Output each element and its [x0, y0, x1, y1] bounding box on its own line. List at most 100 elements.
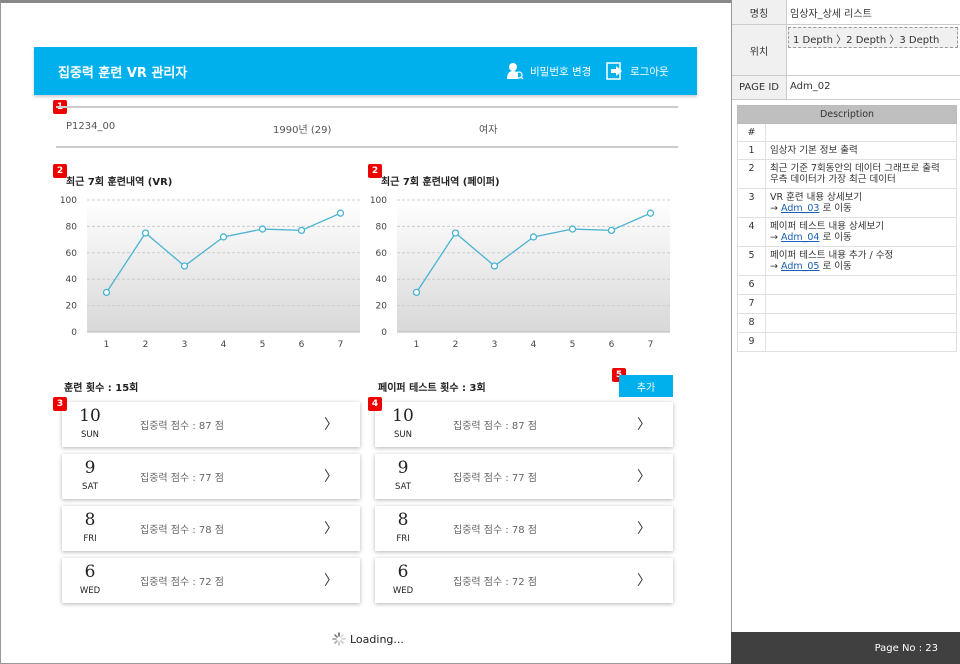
y-tick-label: 0	[381, 328, 387, 338]
record-day: 8	[397, 510, 409, 530]
record-day: 6	[84, 562, 96, 582]
record-day: 9	[397, 458, 409, 478]
x-tick-label: 6	[299, 340, 305, 350]
vr-count: 훈련 횟수 : 15회	[64, 383, 139, 394]
spec-pageid-row: PAGE ID Adm_02	[732, 76, 960, 100]
data-point	[180, 262, 189, 270]
chevron-right-icon: 〉	[324, 469, 338, 485]
row-text: 최근 기준 7회동안의 데이터 그래프로 출력	[770, 163, 940, 174]
patient-birth: 1990년 (29)	[273, 125, 332, 136]
x-tick-label: 2	[143, 340, 149, 350]
arrow-icon: →	[770, 203, 781, 214]
description-table: Description #1 임상자 기본 정보 출력 2 최근 기준 7회동안의 데…	[737, 105, 957, 352]
description-row: 1 임상자 기본 정보 출력	[737, 141, 957, 160]
row-number: 7	[737, 294, 766, 314]
spec-name-label: 명칭	[732, 0, 787, 24]
hash-header: #	[737, 123, 766, 142]
record-weekday: SUN	[81, 430, 99, 440]
add-paper-test-button[interactable]: 추가	[619, 375, 673, 397]
spec-name-row: 명칭 임상자_상세 리스트	[732, 0, 960, 25]
spec-pageid-value: Adm_02	[790, 81, 831, 92]
page-link[interactable]: Adm_05	[781, 261, 819, 272]
description-row: 3 VR 훈련 내용 상세보기 → Adm_03 로 이동	[737, 188, 957, 218]
record-score: 집중력 점수 : 77 점	[453, 473, 538, 484]
data-point	[336, 209, 345, 217]
record-weekday: WED	[79, 586, 101, 596]
loading-text: Loading...	[350, 632, 404, 646]
annotation-badge: 2	[368, 164, 382, 178]
x-tick-label: 1	[414, 340, 420, 350]
x-tick-label: 1	[104, 340, 110, 350]
row-text: 로 이동	[819, 261, 852, 272]
data-point	[258, 225, 267, 233]
x-tick-label: 4	[531, 340, 537, 350]
plot-area	[397, 200, 670, 332]
arrow-icon: →	[770, 261, 781, 272]
page-number: Page No : 23	[731, 632, 960, 664]
paper-count: 페이퍼 테스트 횟수 : 3회	[378, 383, 486, 394]
data-point	[607, 226, 616, 235]
logout-label: 로그아웃	[630, 65, 669, 78]
record-score: 집중력 점수 : 77 점	[140, 473, 225, 484]
vr-record-card[interactable]: 9 SAT 집중력 점수 : 77 점 〉	[62, 454, 360, 499]
y-tick-label: 60	[66, 249, 78, 259]
spec-name-value: 임상자_상세 리스트	[790, 9, 872, 20]
description-row: 8	[737, 313, 957, 333]
paper-record-card[interactable]: 10 SUN 집중력 점수 : 87 점 〉	[375, 402, 673, 447]
page-link[interactable]: Adm_04	[781, 232, 819, 243]
row-text: 페이퍼 테스트 내용 추가 / 수정	[770, 250, 894, 261]
data-point	[529, 233, 538, 241]
page-link[interactable]: Adm_03	[781, 203, 819, 214]
row-number: 6	[737, 275, 766, 295]
paper-chart-title: 최근 7회 훈련내역 (페이퍼)	[381, 177, 500, 188]
app-title: 집중력 훈련 VR 관리자	[58, 66, 188, 81]
row-text: 임상자 기본 정보 출력	[770, 145, 858, 156]
plot-area	[87, 200, 360, 332]
vr-record-card[interactable]: 10 SUN 집중력 점수 : 87 점 〉	[62, 402, 360, 447]
data-point	[141, 229, 150, 237]
y-tick-label: 0	[71, 328, 77, 338]
change-password-label: 비밀번호 변경	[530, 65, 592, 78]
paper-record-card[interactable]: 8 FRI 집중력 점수 : 78 점 〉	[375, 506, 673, 551]
description-row: 9	[737, 332, 957, 352]
description-row: 5 페이퍼 테스트 내용 추가 / 수정 → Adm_05 로 이동	[737, 246, 957, 276]
record-weekday: FRI	[396, 534, 410, 544]
row-text: VR 훈련 내용 상세보기	[770, 192, 863, 203]
paper-record-card[interactable]: 6 WED 집중력 점수 : 72 점 〉	[375, 558, 673, 603]
x-tick-label: 5	[260, 340, 266, 350]
row-number: 3	[737, 188, 766, 218]
divider	[56, 146, 678, 148]
change-password-button[interactable]: 비밀번호 변경	[506, 62, 591, 80]
paper-record-card[interactable]: 9 SAT 집중력 점수 : 77 점 〉	[375, 454, 673, 499]
chevron-right-icon: 〉	[637, 573, 651, 589]
data-point	[219, 233, 228, 241]
record-weekday: SAT	[395, 482, 411, 492]
data-point	[646, 209, 655, 217]
x-tick-label: 5	[570, 340, 576, 350]
x-tick-label: 6	[609, 340, 615, 350]
spec-pageid-label: PAGE ID	[732, 76, 787, 99]
x-tick-label: 4	[221, 340, 227, 350]
spec-panel: 명칭 임상자_상세 리스트 위치 1 Depth 〉2 Depth 〉3 Dep…	[731, 0, 960, 664]
user-search-icon	[507, 63, 524, 80]
data-point	[102, 288, 111, 297]
row-number: 4	[737, 217, 766, 247]
annotation-badge: 4	[368, 397, 382, 411]
logout-button[interactable]: 로그아웃	[606, 62, 669, 80]
vr-record-card[interactable]: 6 WED 집중력 점수 : 72 점 〉	[62, 558, 360, 603]
spec-location-row: 위치 1 Depth 〉2 Depth 〉3 Depth	[732, 25, 960, 76]
record-weekday: SAT	[82, 482, 98, 492]
record-score: 집중력 점수 : 72 점	[140, 577, 225, 588]
data-point	[297, 226, 306, 235]
record-day: 10	[79, 406, 101, 426]
vr-record-card[interactable]: 8 FRI 집중력 점수 : 78 점 〉	[62, 506, 360, 551]
record-score: 집중력 점수 : 87 점	[453, 421, 538, 432]
y-tick-label: 20	[376, 302, 388, 312]
record-score: 집중력 점수 : 78 점	[453, 525, 538, 536]
y-tick-label: 80	[66, 222, 78, 232]
vr-chart: 0 20 40 60 80 100 1 2 3 4 5 6 7	[60, 196, 360, 350]
spec-location-label: 위치	[732, 25, 787, 75]
y-tick-label: 60	[376, 249, 388, 259]
chevron-right-icon: 〉	[637, 521, 651, 537]
record-day: 8	[84, 510, 96, 530]
